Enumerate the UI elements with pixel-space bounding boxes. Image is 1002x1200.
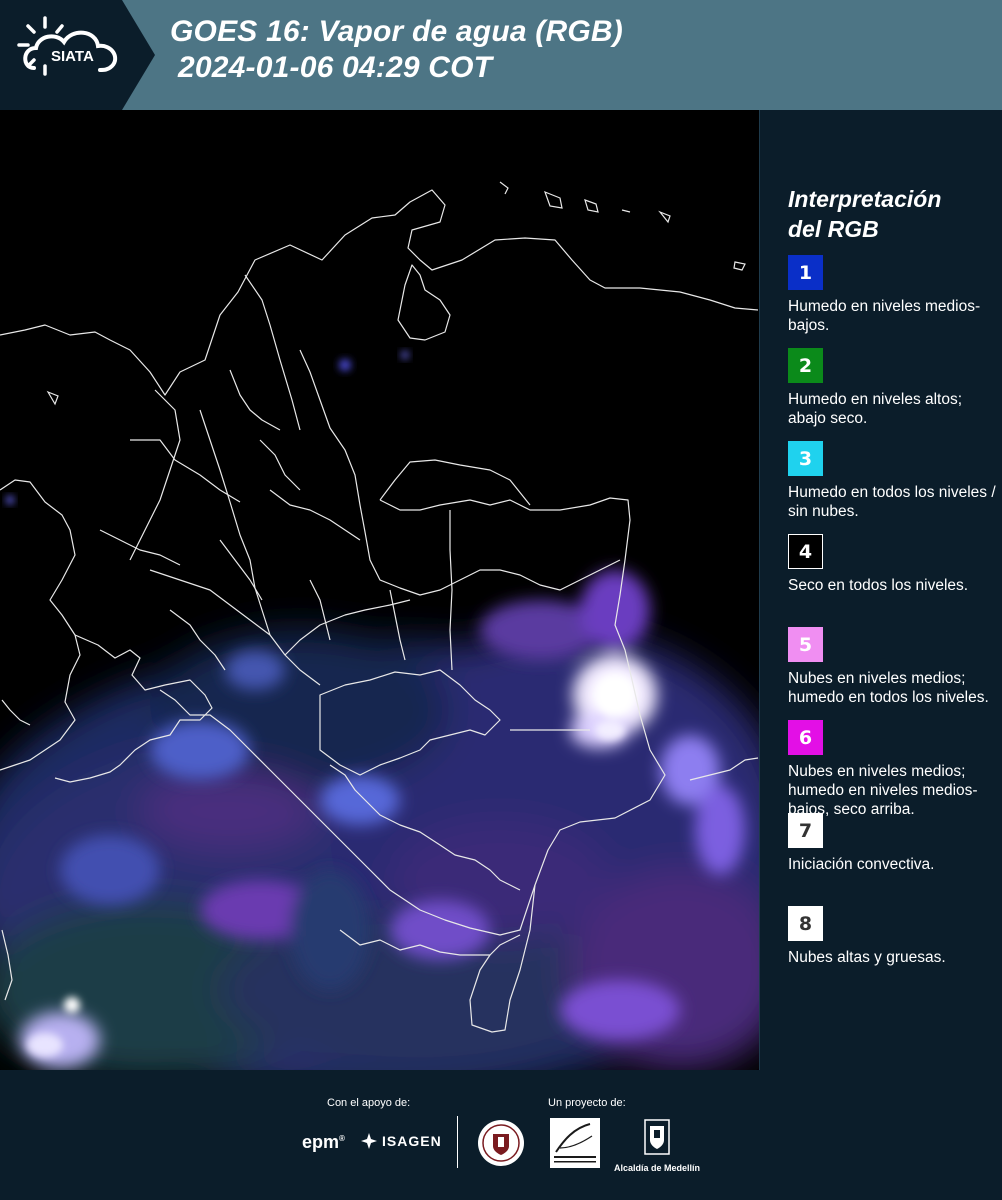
footer: Con el apoyo de: Un proyecto de: epm® IS… <box>0 1070 1002 1200</box>
legend-item-1: 1 Humedo en niveles medios-bajos. <box>788 255 998 335</box>
isagen-mark-icon <box>361 1133 377 1149</box>
footer-divider <box>457 1116 458 1168</box>
legend-title-line-1: Interpretación <box>788 186 942 212</box>
legend-description-2: Humedo en niveles altos; abajo seco. <box>788 391 963 427</box>
legend-swatch-5: 5 <box>788 627 823 662</box>
title-line-2: 2024-01-06 04:29 COT <box>178 51 493 84</box>
legend-description-7: Iniciación convectiva. <box>788 856 935 873</box>
satellite-map[interactable] <box>0 110 760 1070</box>
legend-swatch-2: 2 <box>788 348 823 383</box>
support-label: Con el apoyo de: <box>327 1097 411 1109</box>
epm-logo-text: epm <box>302 1132 340 1152</box>
legend-description-4: Seco en todos los niveles. <box>788 577 969 594</box>
legend-item-6: 6 Nubes en niveles medios; humedo en nive… <box>788 720 998 819</box>
legend-description-5: Nubes en niveles medios; humedo en todos… <box>788 670 989 706</box>
isagen-logo: ISAGEN <box>360 1132 442 1150</box>
title-line-1: GOES 16: Vapor de agua (RGB) <box>170 15 623 48</box>
project-label: Un proyecto de: <box>548 1097 626 1109</box>
legend-swatch-8: 8 <box>788 906 823 941</box>
header-bar: SIATA GOES 16: Vapor de agua (RGB) 2024-… <box>0 0 1002 110</box>
siata-logo: SIATA <box>0 0 155 110</box>
legend-title-line-2: del RGB <box>788 216 879 242</box>
legend-item-3: 3 Humedo en todos los niveles / sin nubes… <box>788 441 998 521</box>
antioquia-seal-icon <box>476 1118 526 1173</box>
legend-description-3: Humedo en todos los niveles / sin nubes. <box>788 484 996 520</box>
area-metropolitana-logo <box>550 1118 600 1168</box>
legend-description-6: Nubes en niveles medios; humedo en nivel… <box>788 763 978 818</box>
epm-logo: epm® <box>302 1132 345 1152</box>
legend-item-7: 7 Iniciación convectiva. <box>788 813 998 874</box>
legend-title: Interpretación del RGB <box>788 184 941 244</box>
legend-swatch-7: 7 <box>788 813 823 848</box>
siata-logo-text: SIATA <box>51 48 94 65</box>
legend-swatch-4: 4 <box>788 534 823 569</box>
alcaldia-medellin-logo: Alcaldía de Medellín <box>612 1118 702 1173</box>
legend-swatch-3: 3 <box>788 441 823 476</box>
legend-swatch-6: 6 <box>788 720 823 755</box>
medellin-coat-of-arms-icon <box>644 1119 670 1155</box>
rgb-legend: Interpretación del RGB 1 Humedo en nivele… <box>760 110 1002 1070</box>
legend-item-8: 8 Nubes altas y gruesas. <box>788 906 998 967</box>
legend-swatch-1: 1 <box>788 255 823 290</box>
legend-description-8: Nubes altas y gruesas. <box>788 949 946 966</box>
page-title: GOES 16: Vapor de agua (RGB) 2024-01-06 … <box>170 14 623 86</box>
legend-item-2: 2 Humedo en niveles altos; abajo seco. <box>788 348 998 428</box>
legend-item-5: 5 Nubes en niveles medios; humedo en todo… <box>788 627 998 707</box>
isagen-logo-text: ISAGEN <box>382 1133 442 1149</box>
legend-item-4: 4 Seco en todos los niveles. <box>788 534 998 595</box>
alcaldia-logo-text: Alcaldía de Medellín <box>613 1163 701 1173</box>
legend-description-1: Humedo en niveles medios-bajos. <box>788 298 981 334</box>
